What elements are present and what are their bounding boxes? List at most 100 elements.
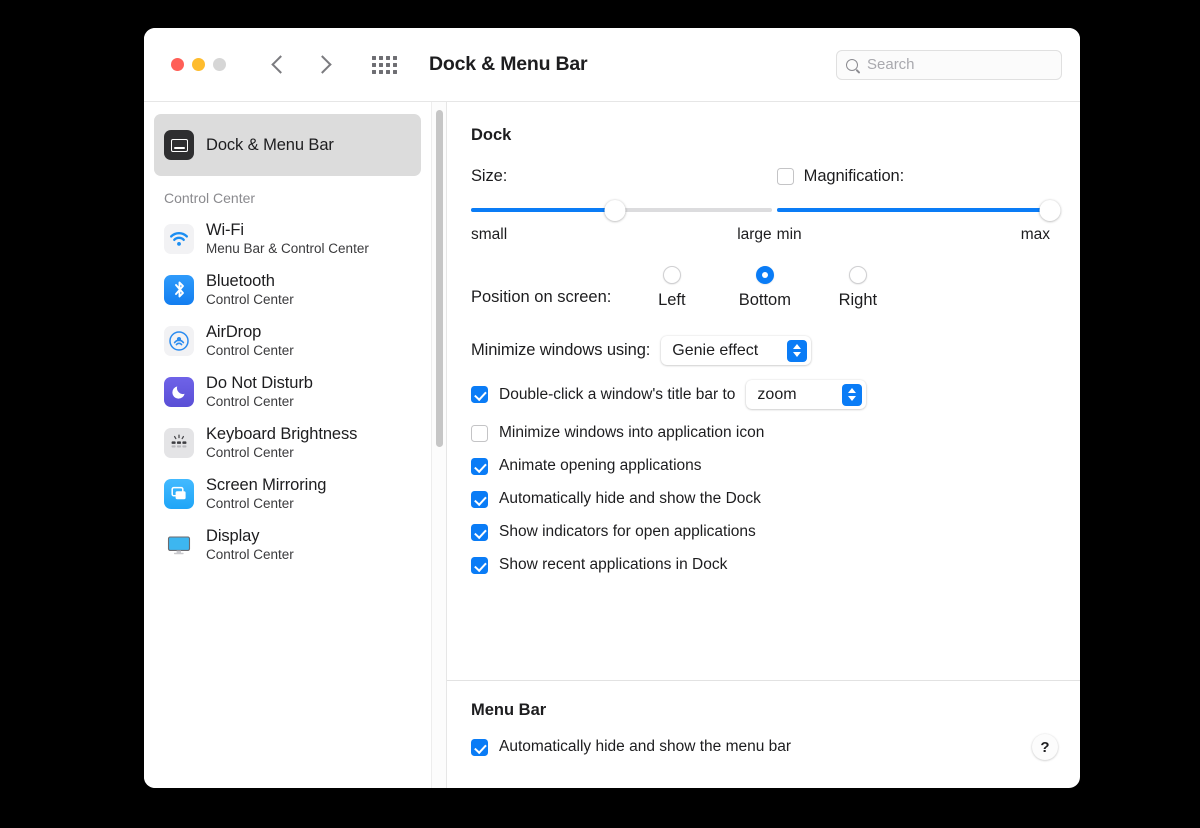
help-button[interactable]: ? — [1032, 734, 1058, 760]
sidebar-item-dock-menu-bar[interactable]: Dock & Menu Bar — [154, 114, 421, 176]
sidebar-item-label: Dock & Menu Bar — [206, 135, 334, 154]
minimize-effect-label: Minimize windows using: — [471, 341, 651, 359]
sidebar-item-airdrop[interactable]: AirDrop Control Center — [154, 316, 421, 365]
sidebar-item-do-not-disturb[interactable]: Do Not Disturb Control Center — [154, 367, 421, 416]
double-click-label: Double-click a window's title bar to — [499, 385, 736, 403]
sidebar: Dock & Menu Bar Control Center Wi-Fi Men… — [144, 102, 431, 788]
menu-bar-settings-pane: Menu Bar Automatically hide and show the… — [447, 680, 1080, 788]
dock-size-label: Size: — [471, 166, 508, 185]
radio-button[interactable] — [848, 266, 867, 284]
magnification-label: Magnification: — [803, 166, 905, 185]
radio-label: Left — [658, 291, 686, 309]
search-input[interactable] — [867, 56, 1037, 73]
radio-option-left[interactable]: Left — [625, 266, 718, 310]
sidebar-scrollbar[interactable] — [431, 102, 446, 788]
double-click-dropdown[interactable]: zoom — [746, 380, 867, 409]
sidebar-item-sublabel: Control Center — [206, 496, 294, 511]
system-preferences-window: Dock & Menu Bar Dock & Menu Bar Control … — [144, 28, 1080, 788]
chevron-updown-icon[interactable] — [842, 383, 863, 406]
sidebar-item-keyboard-brightness[interactable]: Keyboard Brightness Control Center — [154, 418, 421, 467]
sidebar-item-sublabel: Control Center — [206, 445, 294, 460]
dock-position-label: Position on screen: — [471, 288, 612, 306]
grid-dot — [379, 62, 383, 67]
sidebar-item-bluetooth[interactable]: Bluetooth Control Center — [154, 265, 421, 314]
sidebar-item-wi-fi[interactable]: Wi-Fi Menu Bar & Control Center — [154, 214, 421, 263]
sidebar-item-screen-mirroring[interactable]: Screen Mirroring Control Center — [154, 469, 421, 518]
show-recent-apps-checkbox[interactable] — [471, 556, 488, 574]
window-body: Dock & Menu Bar Control Center Wi-Fi Men… — [144, 102, 1080, 788]
grid-dot — [372, 62, 376, 67]
dock-position-control: Position on screen: Left Bottom Right — [471, 266, 1050, 310]
auto-hide-dock-checkbox[interactable] — [471, 490, 488, 508]
slider-thumb[interactable] — [604, 199, 626, 221]
traffic-lights — [171, 58, 226, 71]
slider-fill — [471, 208, 616, 212]
close-button[interactable] — [171, 58, 184, 71]
dock-magnification-slider[interactable] — [776, 199, 1061, 221]
chevron-left-icon — [270, 55, 290, 74]
sidebar-item-label: Bluetooth — [206, 272, 275, 290]
magnification-checkbox[interactable] — [776, 167, 794, 185]
keyboard-icon — [164, 427, 194, 458]
navigation-buttons — [270, 54, 332, 76]
minimize-button[interactable] — [192, 58, 205, 71]
grid-dot — [393, 62, 397, 67]
show-indicators-checkbox[interactable] — [471, 523, 488, 541]
sidebar-item-label: Wi-Fi — [206, 221, 244, 239]
double-click-checkbox[interactable] — [471, 386, 488, 403]
dock-magnification-control: Magnification: min max — [776, 163, 1061, 244]
checkbox-label: Show recent applications in Dock — [499, 556, 728, 573]
sidebar-container: Dock & Menu Bar Control Center Wi-Fi Men… — [144, 102, 446, 788]
radio-button[interactable] — [662, 266, 681, 284]
page-title: Dock & Menu Bar — [429, 53, 588, 75]
magnification-min-label: min — [776, 226, 802, 243]
minimize-into-icon-checkbox[interactable] — [471, 424, 488, 442]
forward-button[interactable] — [312, 54, 332, 76]
dock-size-control: Size: small large — [471, 163, 772, 244]
radio-option-bottom[interactable]: Bottom — [718, 266, 811, 310]
animate-opening-checkbox[interactable] — [471, 457, 488, 475]
auto-hide-menu-bar-checkbox[interactable] — [471, 738, 488, 756]
sidebar-item-label: Keyboard Brightness — [206, 425, 358, 443]
grid-dot — [386, 62, 390, 67]
bluetooth-icon — [164, 274, 194, 305]
airdrop-icon — [164, 325, 194, 356]
radio-option-right[interactable]: Right — [811, 266, 904, 310]
radio-button-selected[interactable] — [755, 266, 774, 284]
grid-dot — [393, 55, 397, 60]
sidebar-item-sublabel: Control Center — [206, 394, 294, 409]
display-icon — [164, 529, 194, 560]
checkbox-label: Automatically hide and show the Dock — [499, 490, 761, 507]
grid-dot — [372, 69, 376, 74]
chevron-updown-icon[interactable] — [787, 339, 808, 362]
show-all-grid-icon[interactable] — [372, 55, 397, 74]
sidebar-item-sublabel: Control Center — [206, 343, 294, 358]
dropdown-value: Genie effect — [672, 341, 759, 359]
dock-checkbox-row: Show indicators for open applications — [471, 523, 1050, 541]
zoom-button[interactable] — [213, 58, 226, 71]
back-button[interactable] — [270, 54, 290, 76]
slider-fill — [776, 208, 1050, 212]
minimize-effect-dropdown[interactable]: Genie effect — [661, 336, 812, 365]
sidebar-item-label: Screen Mirroring — [206, 476, 327, 494]
slider-thumb[interactable] — [1039, 199, 1061, 221]
wifi-icon — [164, 223, 194, 254]
dock-sliders: Size: small large Magnification: min max — [471, 163, 1061, 244]
grid-dot — [379, 69, 383, 74]
search-field[interactable] — [836, 49, 1062, 80]
menu-bar-section-title: Menu Bar — [471, 701, 547, 719]
checkbox-label: Automatically hide and show the menu bar — [499, 738, 792, 755]
dropdown-value: zoom — [757, 385, 797, 403]
dock-checkbox-row: Show recent applications in Dock — [471, 556, 1050, 574]
dock-settings-pane: Dock Size: small large Magnification: mi… — [447, 102, 1080, 680]
checkbox-label: Minimize windows into application icon — [499, 424, 765, 441]
sidebar-scrollbar-thumb[interactable] — [436, 110, 443, 447]
dock-size-slider[interactable] — [471, 199, 772, 221]
sidebar-group-label: Control Center — [164, 190, 256, 206]
search-icon — [846, 58, 858, 71]
sidebar-item-display[interactable]: Display Control Center — [154, 520, 421, 569]
sidebar-item-sublabel: Menu Bar & Control Center — [206, 241, 369, 256]
sidebar-item-label: Display — [206, 527, 260, 545]
grid-dot — [386, 69, 390, 74]
dock-size-min-label: small — [471, 226, 508, 243]
